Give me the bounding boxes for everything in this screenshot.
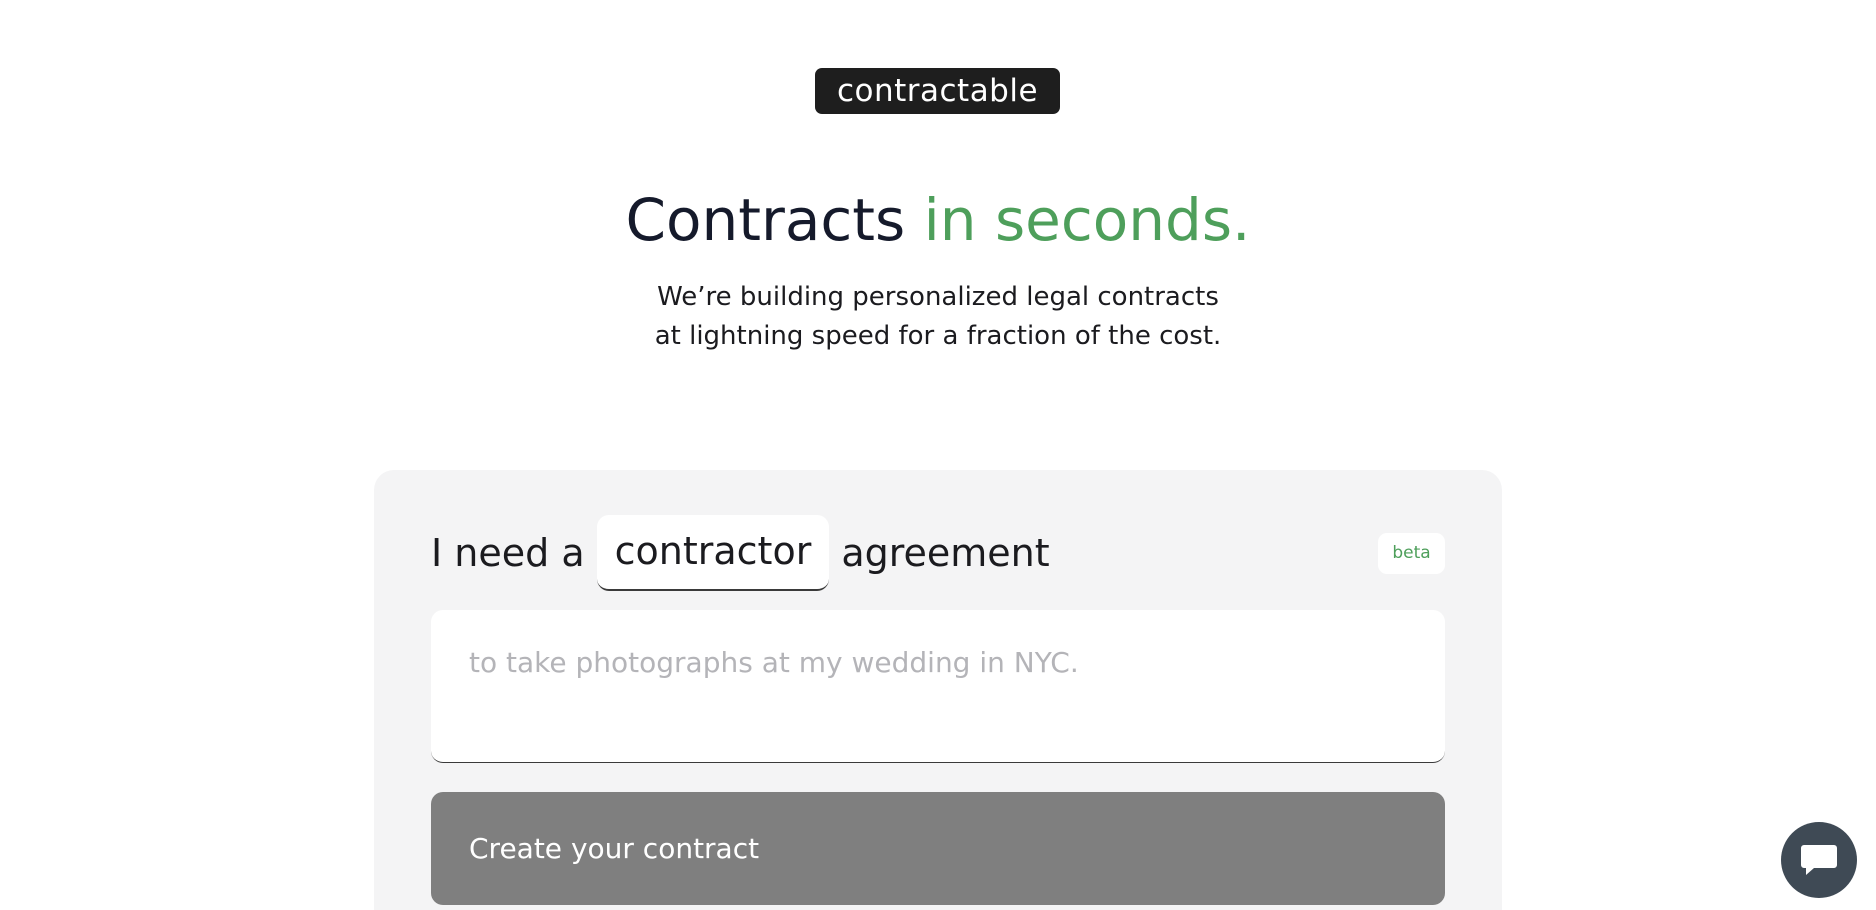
contract-type-sentence: I need a contractor agreement xyxy=(431,514,1050,592)
subhead-line-1: We’re building personalized legal contra… xyxy=(657,282,1219,312)
contractable-logo[interactable]: contractable xyxy=(815,68,1060,114)
headline-accent: in seconds. xyxy=(923,186,1251,254)
hero-headline: Contracts in seconds. xyxy=(0,182,1876,258)
hero-subheading: We’re building personalized legal contra… xyxy=(0,278,1876,356)
contract-form-card: I need a contractor agreement beta Creat… xyxy=(374,470,1502,910)
contract-type-selector[interactable]: contractor xyxy=(596,515,830,591)
chat-launcher-button[interactable] xyxy=(1781,822,1857,898)
sentence-prefix: I need a xyxy=(431,531,585,575)
logo-text: contractable xyxy=(836,73,1039,109)
chat-bubble-icon xyxy=(1801,845,1837,875)
create-contract-button[interactable]: Create your contract xyxy=(431,792,1445,905)
headline-main: Contracts xyxy=(625,186,924,254)
landing-page: contractable Contracts in seconds. We’re… xyxy=(0,0,1876,910)
beta-badge: beta xyxy=(1378,533,1445,574)
subhead-line-2: at lightning speed for a fraction of the… xyxy=(654,321,1222,351)
sentence-suffix: agreement xyxy=(841,531,1050,575)
contract-description-input[interactable] xyxy=(431,610,1445,763)
